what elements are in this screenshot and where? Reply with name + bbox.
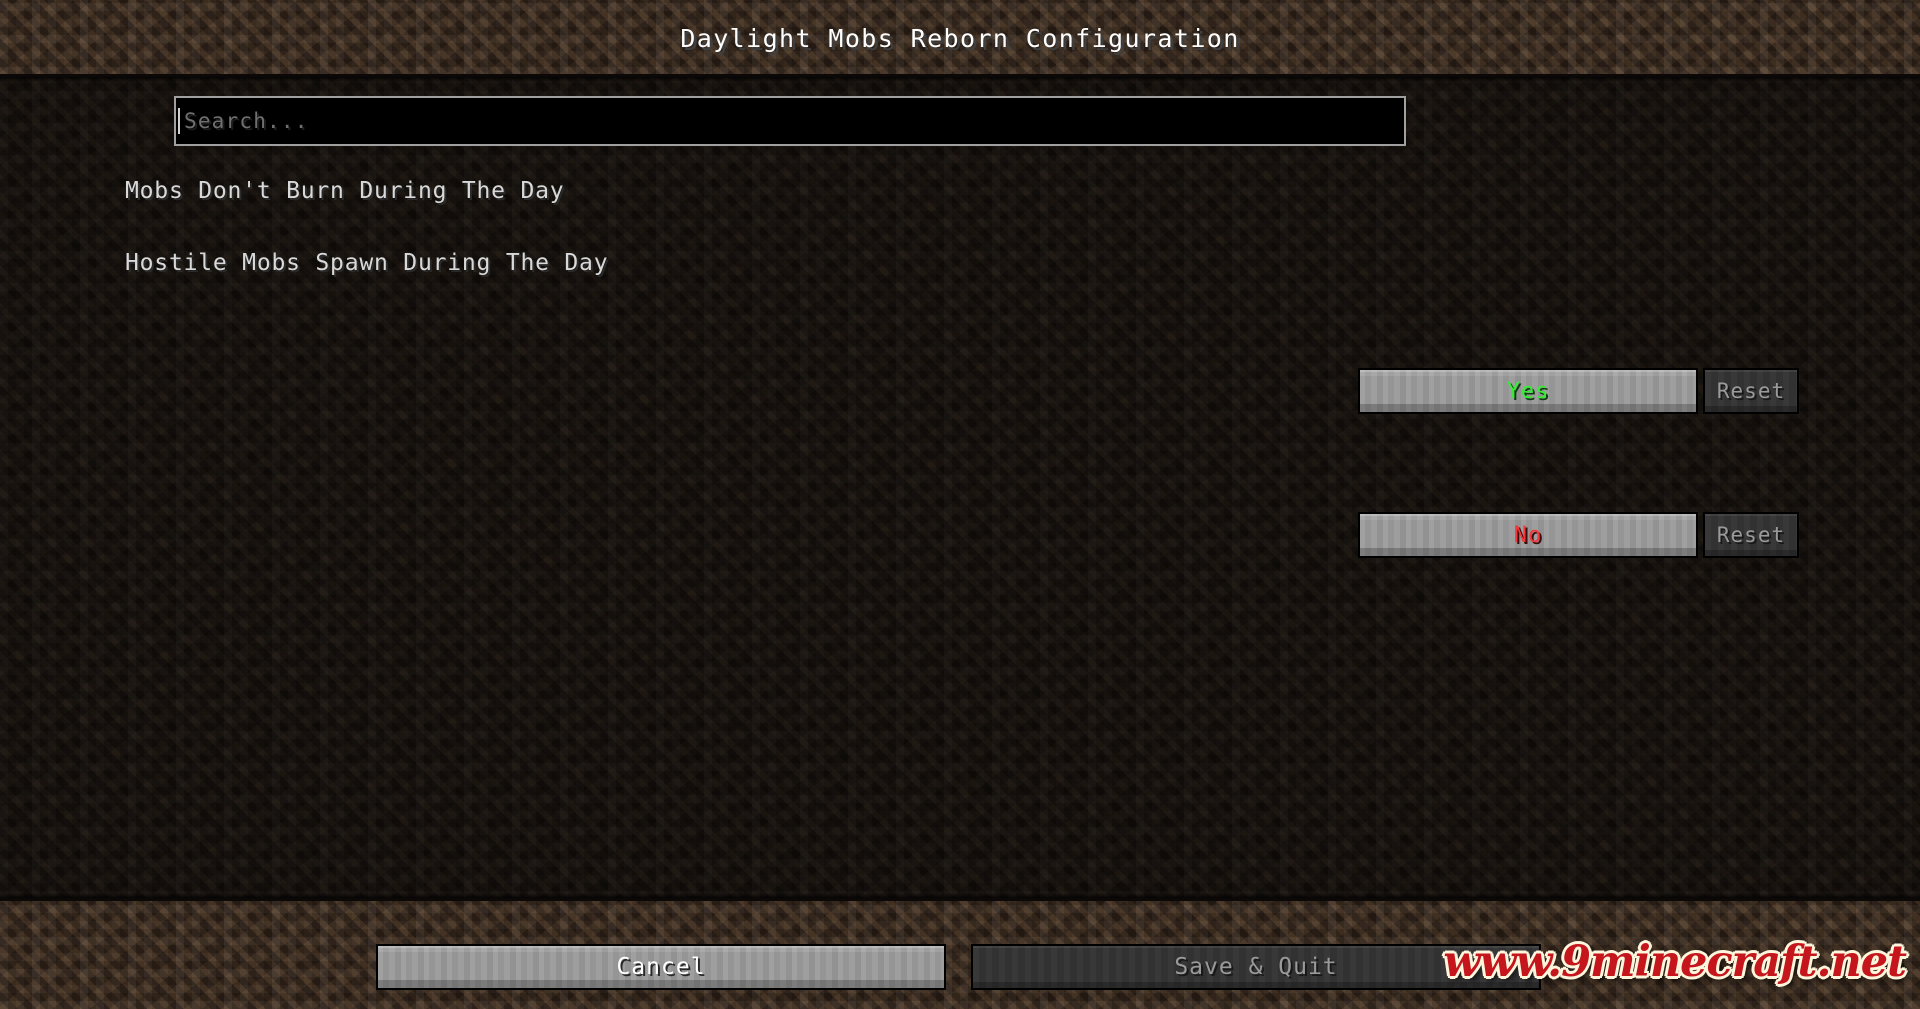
- page-title: Daylight Mobs Reborn Configuration: [680, 24, 1240, 53]
- search-input[interactable]: Search...: [174, 96, 1406, 146]
- search-caret: [178, 108, 180, 134]
- toggle-hostile-mobs-spawn-during-the-day[interactable]: No: [1358, 512, 1698, 558]
- header-divider: [0, 74, 1920, 77]
- config-row: Hostile Mobs Spawn During The Day No Res…: [0, 232, 1920, 558]
- reset-button-hostile-mobs-spawn-during-the-day[interactable]: Reset: [1703, 512, 1799, 558]
- cancel-button-label: Cancel: [616, 954, 706, 980]
- config-screen: Daylight Mobs Reborn Configuration Searc…: [0, 0, 1920, 1009]
- search-placeholder: Search...: [184, 109, 309, 133]
- toggle-value: No: [1513, 522, 1543, 548]
- config-row-label: Hostile Mobs Spawn During The Day: [125, 250, 609, 276]
- config-list: Mobs Don't Burn During The Day Yes Reset…: [0, 160, 1920, 558]
- reset-button-label: Reset: [1716, 379, 1786, 403]
- reset-button-mobs-dont-burn-during-the-day[interactable]: Reset: [1703, 368, 1799, 414]
- save-and-quit-button-label: Save & Quit: [1174, 954, 1338, 980]
- toggle-mobs-dont-burn-during-the-day[interactable]: Yes: [1358, 368, 1698, 414]
- footer-divider: [0, 898, 1920, 901]
- config-row: Mobs Don't Burn During The Day Yes Reset: [0, 160, 1920, 414]
- site-watermark: www.9minecraft.net: [1443, 937, 1907, 987]
- reset-button-label: Reset: [1716, 523, 1786, 547]
- cancel-button[interactable]: Cancel: [376, 944, 946, 990]
- toggle-value: Yes: [1506, 378, 1550, 404]
- config-row-label: Mobs Don't Burn During The Day: [125, 178, 565, 204]
